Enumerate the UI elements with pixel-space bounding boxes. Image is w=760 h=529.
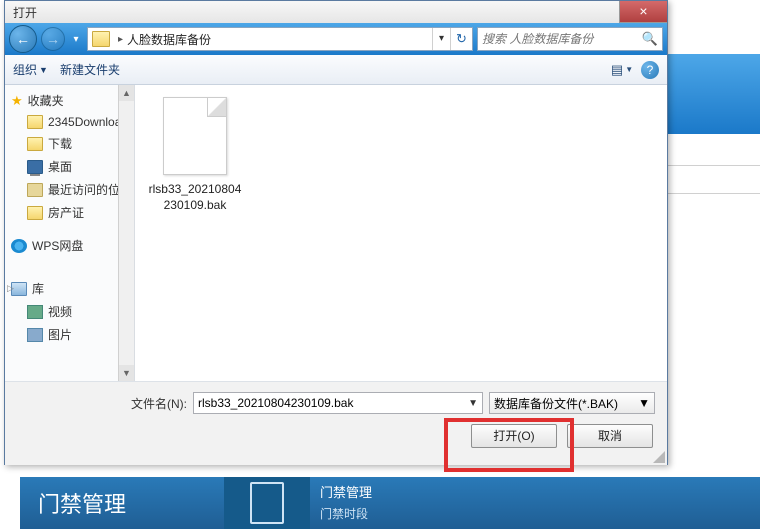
desktop-icon <box>27 160 43 174</box>
picture-icon <box>27 328 43 342</box>
sidebar: ★ 收藏夹 2345Downloads 下载 桌面 最近访问的位置 房产证 <box>5 85 135 381</box>
sidebar-item-video[interactable]: 视频 <box>5 300 134 323</box>
chevron-down-icon: ▼ <box>625 65 633 74</box>
search-icon[interactable]: 🔍 <box>642 31 658 47</box>
sidebar-item-label: 图片 <box>48 326 72 343</box>
sidebar-item-label: 房产证 <box>48 204 84 221</box>
chevron-down-icon[interactable]: ▼ <box>468 398 478 409</box>
favorites-label: 收藏夹 <box>28 92 64 109</box>
library-label: 库 <box>32 280 44 297</box>
view-mode-button[interactable]: ▤ ▼ <box>609 59 635 81</box>
sidebar-item-label: 最近访问的位置 <box>48 181 132 198</box>
titlebar[interactable]: 打开 × <box>5 1 667 23</box>
bg-panel-title: 门禁管理 <box>320 482 372 501</box>
bg-divider <box>668 193 760 194</box>
recent-icon <box>27 183 43 197</box>
close-button[interactable]: × <box>619 1 667 23</box>
dialog-footer: 文件名(N): rlsb33_20210804230109.bak ▼ 数据库备… <box>5 381 667 465</box>
nav-forward-button[interactable]: → <box>41 27 65 51</box>
filename-label: 文件名(N): <box>17 395 187 412</box>
sidebar-library-header[interactable]: ▷ 库 <box>5 277 134 300</box>
sidebar-item-label: 下载 <box>48 135 72 152</box>
dialog-title: 打开 <box>5 4 37 21</box>
search-box[interactable]: 🔍 <box>477 27 663 51</box>
bg-doc-icon <box>224 477 310 529</box>
scroll-up-icon[interactable]: ▲ <box>119 85 134 101</box>
filename-input[interactable]: rlsb33_20210804230109.bak ▼ <box>193 392 483 414</box>
sidebar-item-recent[interactable]: 最近访问的位置 <box>5 178 134 201</box>
chevron-down-icon[interactable]: ▼ <box>638 396 650 410</box>
star-icon: ★ <box>11 93 23 109</box>
breadcrumb-location[interactable]: 人脸数据库备份 <box>127 31 211 48</box>
bg-bottom-bar: 门禁管理 门禁管理 门禁时段 <box>20 477 760 529</box>
sidebar-item-label: 桌面 <box>48 158 72 175</box>
nav-back-button[interactable]: ← <box>9 25 37 53</box>
bg-divider <box>668 165 760 166</box>
sidebar-item-fangchanzheng[interactable]: 房产证 <box>5 201 134 224</box>
sidebar-item-downloads[interactable]: 下载 <box>5 132 134 155</box>
search-input[interactable] <box>482 32 642 46</box>
organize-button[interactable]: 组织 ▼ <box>13 61 48 78</box>
new-folder-label: 新建文件夹 <box>60 61 120 78</box>
view-icon: ▤ <box>611 62 623 78</box>
video-icon <box>27 305 43 319</box>
breadcrumb-sep-icon[interactable]: ▸ <box>118 34 123 45</box>
file-item[interactable]: rlsb33_20210804230109.bak <box>147 97 243 213</box>
refresh-button[interactable]: ↻ <box>450 28 472 50</box>
open-file-dialog: 打开 × ← → ▾ ▸ 人脸数据库备份 ▾ ↻ 🔍 组织 ▼ 新建文件夹 ▤ <box>4 0 668 465</box>
sidebar-item-2345downloads[interactable]: 2345Downloads <box>5 112 134 132</box>
chevron-down-icon: ▼ <box>39 65 48 75</box>
address-bar[interactable]: ▸ 人脸数据库备份 ▾ ↻ <box>87 27 473 51</box>
file-type-filter[interactable]: 数据库备份文件(*.BAK) ▼ <box>489 392 655 414</box>
file-name-label: rlsb33_20210804230109.bak <box>147 181 243 213</box>
filename-value: rlsb33_20210804230109.bak <box>198 396 353 410</box>
sidebar-wps-header[interactable]: WPS网盘 <box>5 234 134 257</box>
sidebar-favorites-header[interactable]: ★ 收藏夹 <box>5 89 134 112</box>
bg-panel-labels: 门禁管理 门禁时段 <box>310 477 382 529</box>
organize-label: 组织 <box>13 61 37 78</box>
sidebar-item-label: 2345Downloads <box>48 115 134 129</box>
bg-header-bar <box>668 54 760 134</box>
file-icon <box>163 97 227 175</box>
wps-icon <box>11 239 27 253</box>
bg-panel-sub: 门禁时段 <box>320 505 372 522</box>
file-list-pane[interactable]: rlsb33_20210804230109.bak <box>135 85 667 381</box>
open-button[interactable]: 打开(O) <box>471 424 557 448</box>
sidebar-scrollbar[interactable]: ▲ ▼ <box>118 85 134 381</box>
help-button[interactable]: ? <box>641 61 659 79</box>
address-drop-button[interactable]: ▾ <box>432 28 450 50</box>
folder-icon <box>27 137 43 151</box>
toolbar: 组织 ▼ 新建文件夹 ▤ ▼ ? <box>5 55 667 85</box>
filter-label: 数据库备份文件(*.BAK) <box>494 395 618 412</box>
sidebar-item-pictures[interactable]: 图片 <box>5 323 134 346</box>
scroll-down-icon[interactable]: ▼ <box>119 365 134 381</box>
sidebar-item-desktop[interactable]: 桌面 <box>5 155 134 178</box>
folder-icon <box>27 206 43 220</box>
nav-history-drop[interactable]: ▾ <box>69 34 83 45</box>
dialog-body: ★ 收藏夹 2345Downloads 下载 桌面 最近访问的位置 房产证 <box>5 85 667 381</box>
new-folder-button[interactable]: 新建文件夹 <box>60 61 120 78</box>
cancel-button[interactable]: 取消 <box>567 424 653 448</box>
folder-icon <box>92 31 110 47</box>
sidebar-item-label: 视频 <box>48 303 72 320</box>
bg-app-title: 门禁管理 <box>20 477 224 529</box>
resize-grip[interactable] <box>651 449 665 463</box>
wps-label: WPS网盘 <box>32 237 83 254</box>
chevron-right-icon[interactable]: ▷ <box>7 283 14 294</box>
nav-bar: ← → ▾ ▸ 人脸数据库备份 ▾ ↻ 🔍 <box>5 23 667 55</box>
folder-icon <box>27 115 43 129</box>
